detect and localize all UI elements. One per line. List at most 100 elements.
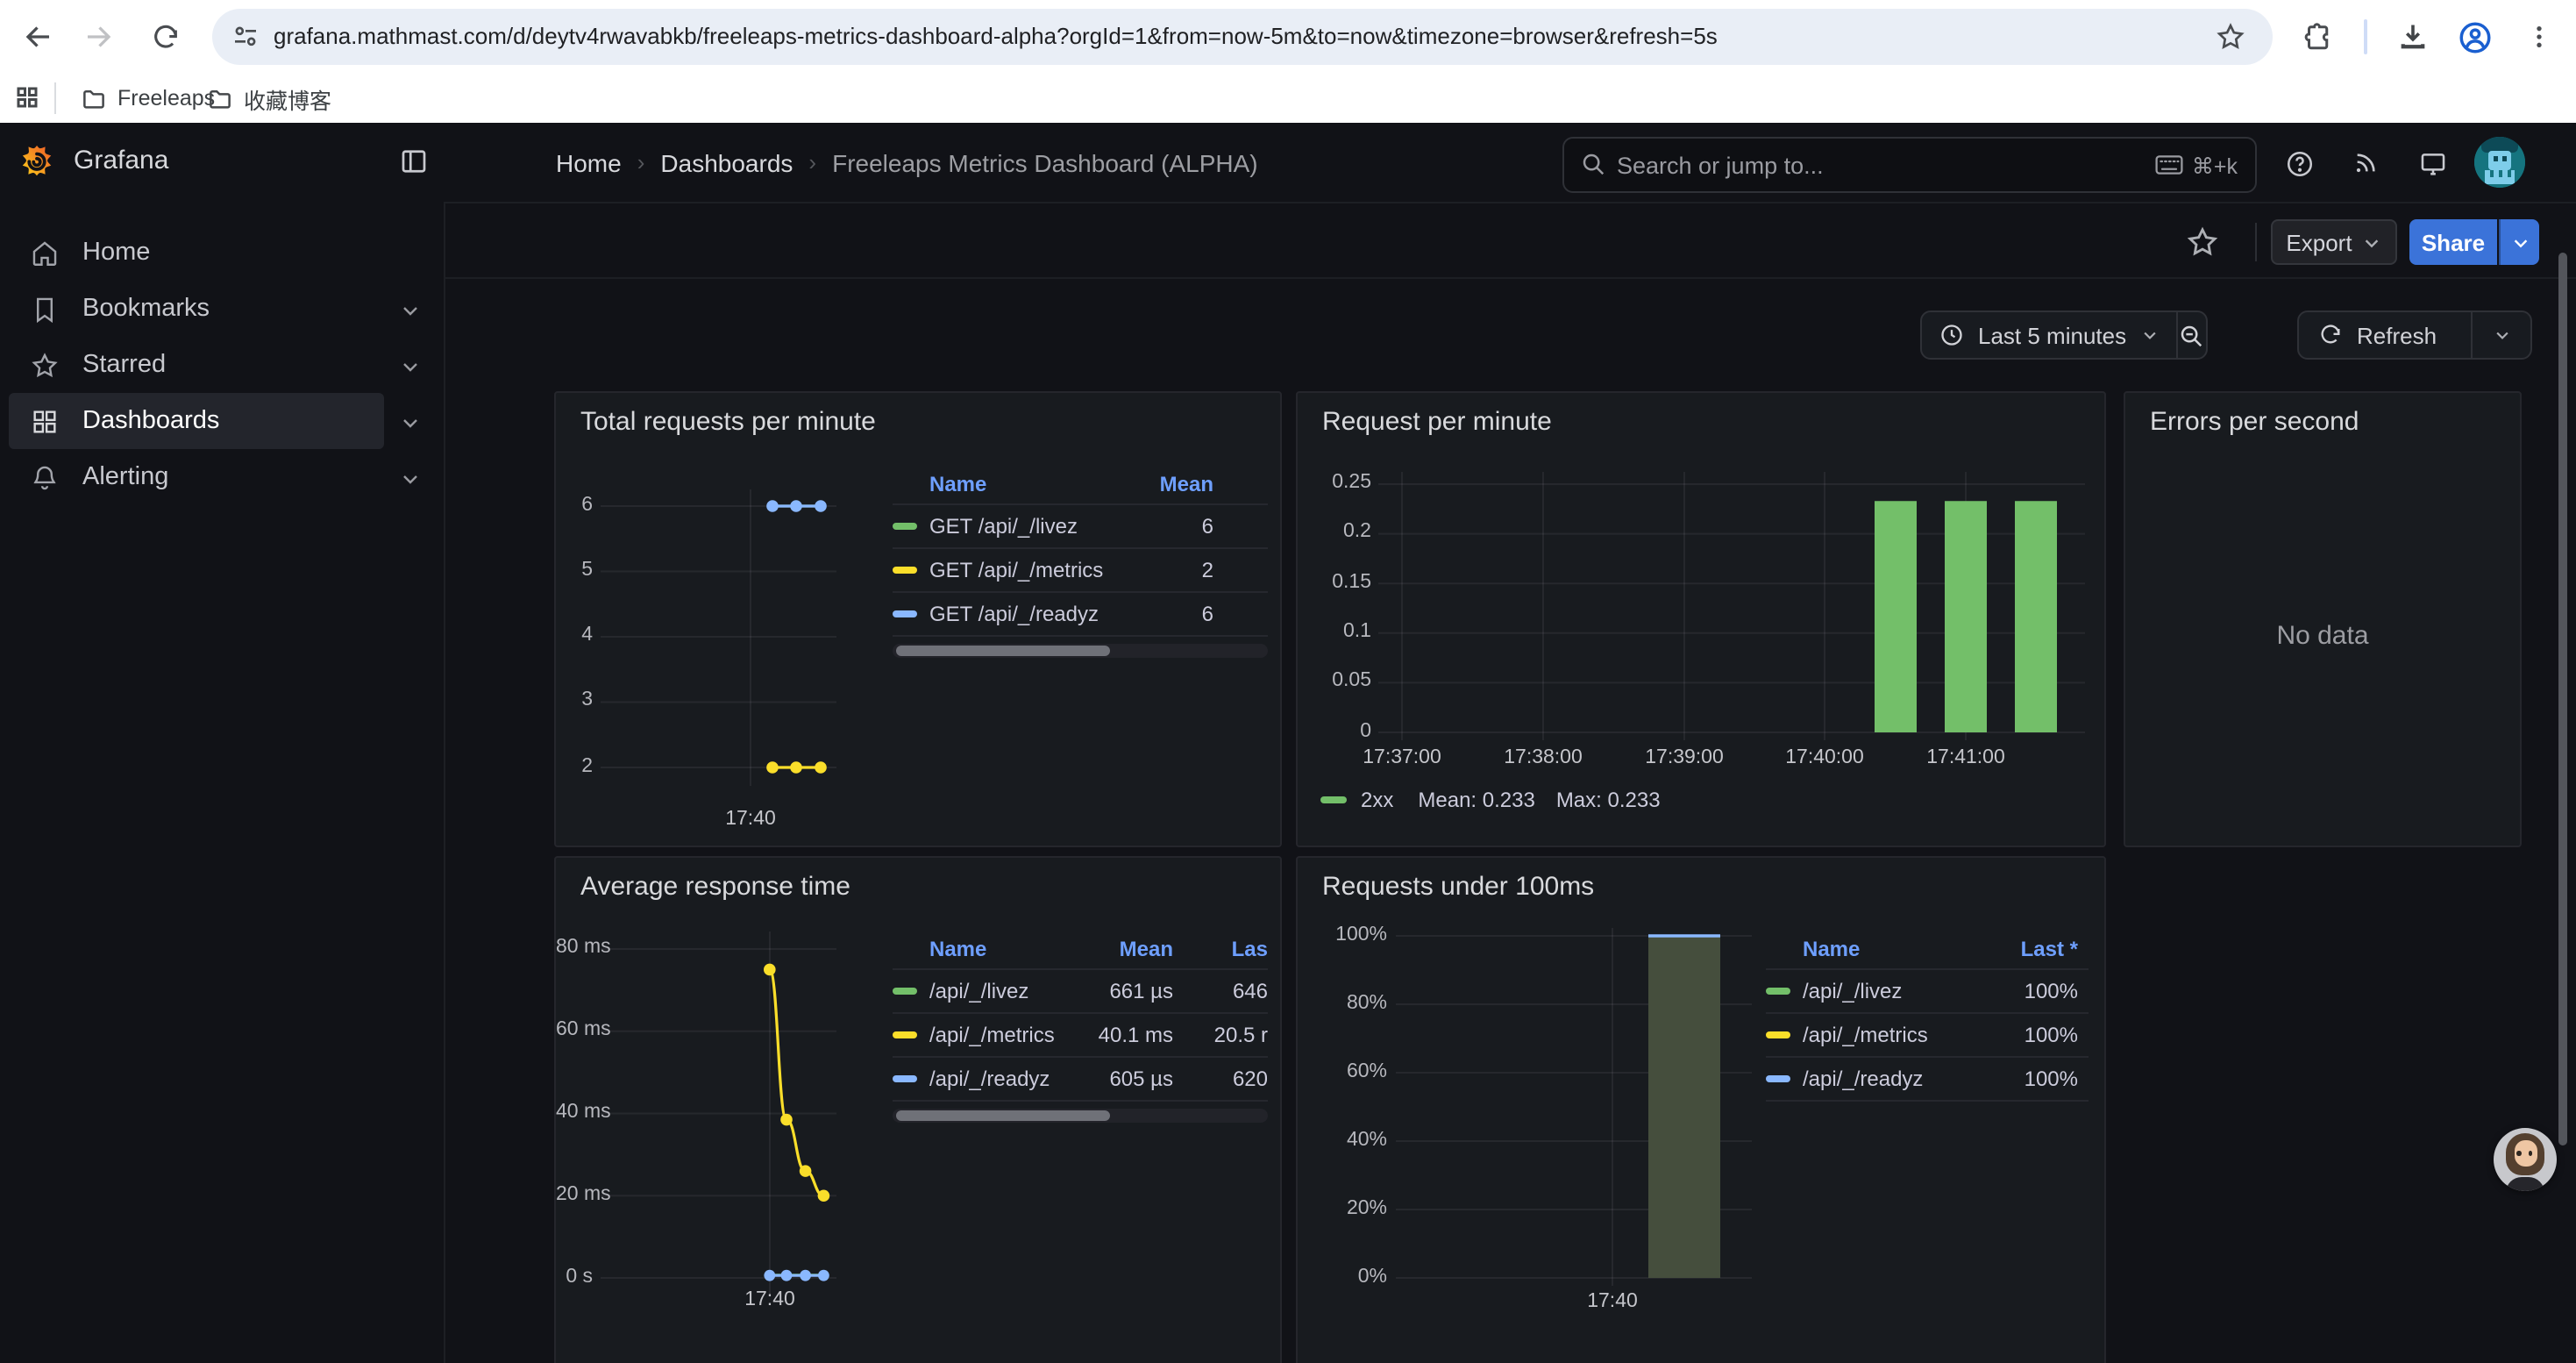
axis-tick-label: 40 ms [556, 1102, 593, 1123]
news-rss-icon[interactable] [2341, 139, 2390, 188]
legend-table: NameLast */api/_/livez100%/api/_/metrics… [1766, 928, 2089, 1102]
series-name[interactable]: GET /api/_/metrics [929, 558, 1122, 582]
legend-col[interactable]: Mean [1071, 936, 1198, 960]
series-value: 100% [1980, 1023, 2089, 1047]
bookmark-folder-blogs[interactable]: 收藏博客 [196, 79, 342, 118]
reload-button[interactable] [144, 16, 186, 58]
sidebar-item-link[interactable]: Home [9, 225, 384, 281]
chevron-down-icon[interactable] [400, 410, 421, 432]
legend-col-name[interactable]: Name [1803, 936, 1980, 960]
site-settings-icon[interactable] [224, 16, 267, 58]
axis-tick-label: 60 ms [556, 1019, 593, 1040]
series-name[interactable]: GET /api/_/livez [929, 514, 1122, 539]
series-name[interactable]: /api/_/livez [929, 979, 1071, 1003]
sidebar-item-link[interactable]: Alerting [9, 449, 384, 505]
legend-row[interactable]: GET /api/_/readyz6 [893, 593, 1268, 637]
refresh-button[interactable]: Refresh [2299, 312, 2456, 358]
bookmark-star-icon[interactable] [2210, 16, 2252, 58]
user-avatar[interactable] [2474, 137, 2525, 188]
browser-menu-icon[interactable] [2518, 16, 2560, 58]
sidebar-item-dashboards[interactable]: Dashboards [0, 393, 444, 449]
axis-tick-label: 17:40 [725, 809, 776, 830]
sidebar-item-bookmarks[interactable]: Bookmarks [0, 281, 444, 337]
forward-button[interactable] [77, 16, 119, 58]
chevron-down-icon[interactable] [400, 467, 421, 488]
axis-tick-label: 100% [1298, 924, 1387, 945]
series-name[interactable]: /api/_/metrics [1803, 1023, 1980, 1047]
refresh-interval-button[interactable] [2473, 312, 2530, 358]
monitor-icon[interactable] [2408, 139, 2457, 188]
legend-row[interactable]: /api/_/readyz100% [1766, 1058, 2089, 1102]
legend-row[interactable]: /api/_/livez661 µs646 [893, 970, 1268, 1014]
series-color-swatch [1766, 1075, 1790, 1082]
search-icon [1580, 151, 1606, 177]
profile-icon[interactable] [2453, 16, 2495, 58]
series-value: 620 [1198, 1067, 1268, 1091]
toolbar-divider [444, 277, 2576, 279]
series-name[interactable]: /api/_/metrics [929, 1023, 1071, 1047]
sidebar-item-alerting[interactable]: Alerting [0, 449, 444, 505]
url-text[interactable]: grafana.mathmast.com/d/deytv4rwavabkb/fr… [274, 9, 1718, 65]
share-button[interactable]: Share [2409, 219, 2497, 265]
dock-menu-icon[interactable] [398, 146, 430, 186]
extensions-icon[interactable] [2297, 16, 2339, 58]
legend-col[interactable]: Las [1198, 936, 1268, 960]
grafana-logo[interactable] [19, 144, 54, 179]
series-name[interactable]: 2xx [1361, 788, 1393, 812]
axis-tick-label: 5 [556, 560, 593, 581]
legend-row[interactable]: /api/_/metrics40.1 ms20.5 r [893, 1014, 1268, 1058]
zoom-out-button[interactable] [2176, 312, 2206, 358]
series-name[interactable]: /api/_/readyz [1803, 1067, 1980, 1091]
series-value: 2 [1122, 558, 1268, 582]
series-name[interactable]: /api/_/livez [1803, 979, 1980, 1003]
legend-row[interactable]: /api/_/livez100% [1766, 970, 2089, 1014]
legend-col-name[interactable]: Name [929, 471, 1122, 496]
panel-total-requests[interactable]: Total requests per minute 6543217:40Name… [554, 391, 1282, 847]
legend-row[interactable]: /api/_/readyz605 µs620 [893, 1058, 1268, 1102]
series-name[interactable]: /api/_/readyz [929, 1067, 1071, 1091]
legend-row[interactable]: /api/_/metrics100% [1766, 1014, 2089, 1058]
keyboard-icon [2155, 154, 2183, 175]
chart-plot[interactable] [1298, 393, 2106, 847]
legend-scrollbar[interactable] [893, 644, 1268, 658]
address-bar[interactable]: grafana.mathmast.com/d/deytv4rwavabkb/fr… [212, 9, 2273, 65]
panel-request-per-minute[interactable]: Request per minute 0.250.20.150.10.05017… [1296, 391, 2106, 847]
breadcrumb-dashboards[interactable]: Dashboards [660, 148, 793, 176]
data-point [764, 964, 776, 976]
legend-scrollbar-thumb[interactable] [896, 1110, 1110, 1121]
sidebar-item-starred[interactable]: Starred [0, 337, 444, 393]
sidebar-item-link[interactable]: Bookmarks [9, 281, 384, 337]
search-input[interactable]: Search or jump to... ⌘+k [1562, 137, 2257, 193]
chevron-down-icon[interactable] [400, 298, 421, 319]
panel-errors-per-second[interactable]: Errors per second No data [2124, 391, 2522, 847]
sidebar-item-link[interactable]: Dashboards [9, 393, 384, 449]
panel-average-response-time[interactable]: Average response time 80 ms60 ms40 ms20 … [554, 856, 1282, 1363]
sidebar-item-link[interactable]: Starred [9, 337, 384, 393]
chevron-down-icon [2510, 232, 2530, 252]
apps-grid-icon[interactable] [14, 84, 40, 119]
legend-col-name[interactable]: Name [929, 936, 1071, 960]
axis-tick-label: 0.2 [1298, 522, 1371, 543]
legend-row[interactable]: GET /api/_/metrics2 [893, 549, 1268, 593]
favorite-star-icon[interactable] [2185, 225, 2220, 260]
panel-requests-under-100ms[interactable]: Requests under 100ms 100%80%60%40%20%0%1… [1296, 856, 2106, 1363]
legend-scrollbar[interactable] [893, 1109, 1268, 1123]
legend-row[interactable]: GET /api/_/livez6 [893, 505, 1268, 549]
share-menu-button[interactable] [2499, 219, 2539, 265]
series-name[interactable]: GET /api/_/readyz [929, 602, 1122, 626]
export-button[interactable]: Export [2271, 219, 2397, 265]
chevron-down-icon[interactable] [400, 354, 421, 375]
sidebar-item-home[interactable]: Home [0, 225, 444, 281]
data-point [818, 1189, 830, 1202]
downloads-icon[interactable] [2392, 16, 2434, 58]
legend-col[interactable]: Last * [1980, 936, 2089, 960]
assistant-avatar[interactable] [2494, 1128, 2557, 1191]
vertical-scrollbar-thumb[interactable] [2558, 253, 2567, 1145]
time-range-picker[interactable]: Last 5 minutes [1922, 312, 2175, 358]
panel-title[interactable]: Errors per second [2150, 407, 2359, 437]
legend-scrollbar-thumb[interactable] [896, 646, 1110, 656]
breadcrumb-home[interactable]: Home [556, 148, 622, 176]
help-icon[interactable] [2274, 139, 2323, 188]
series-color-swatch [1766, 988, 1790, 995]
legend-col[interactable]: Mean [1122, 471, 1268, 496]
